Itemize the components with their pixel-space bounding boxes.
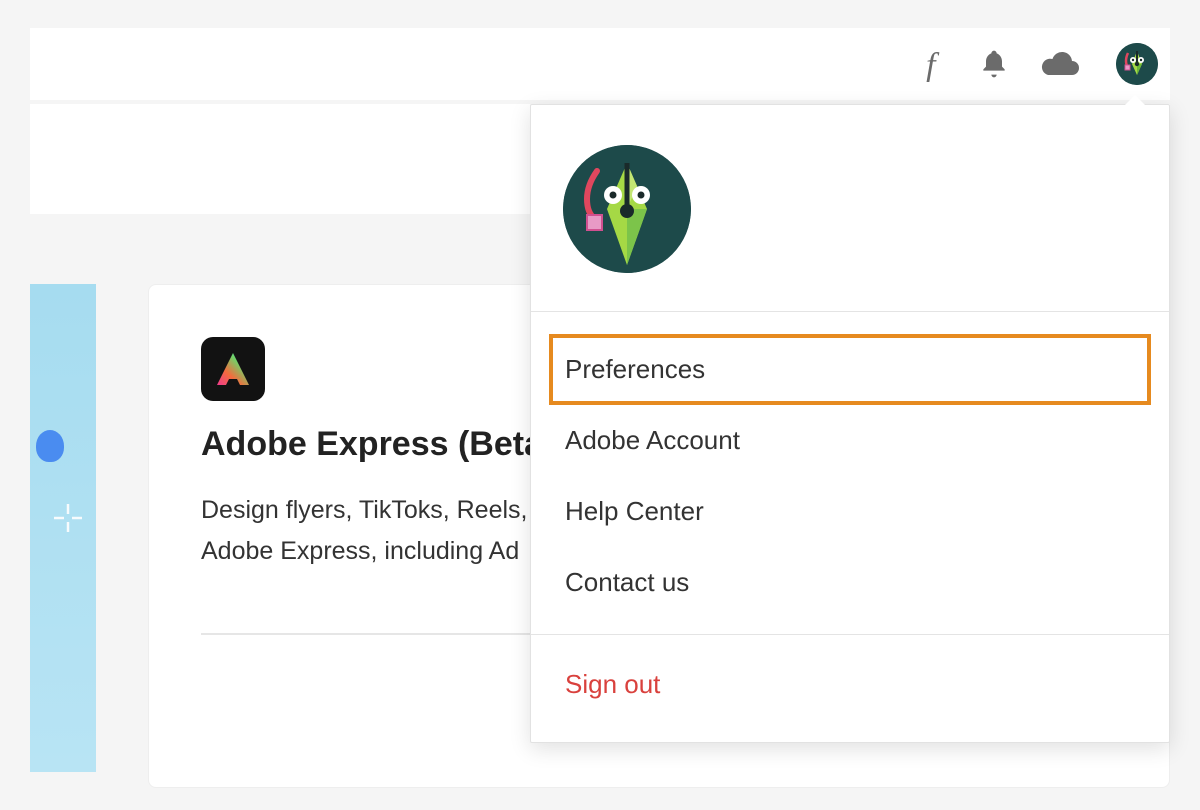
signout-section: Sign out bbox=[531, 635, 1169, 742]
svg-text:f: f bbox=[926, 47, 940, 82]
crosshair-icon bbox=[52, 502, 84, 539]
account-dropdown: Preferences Adobe Account Help Center Co… bbox=[530, 104, 1170, 743]
decorative-blob bbox=[36, 430, 64, 462]
side-preview-strip bbox=[30, 284, 96, 772]
font-icon[interactable]: f bbox=[920, 46, 950, 82]
cloud-icon[interactable] bbox=[1038, 49, 1082, 79]
app-desc-line1: Design flyers, TikToks, Reels, bbox=[201, 496, 528, 524]
dropdown-header bbox=[531, 105, 1169, 311]
avatar-button[interactable] bbox=[1116, 43, 1158, 85]
avatar-large bbox=[563, 145, 691, 273]
app-desc-line2: Adobe Express, including Ad bbox=[201, 537, 519, 565]
adobe-express-icon bbox=[201, 337, 265, 401]
menu-item-sign-out[interactable]: Sign out bbox=[549, 651, 1151, 718]
bell-icon[interactable] bbox=[978, 48, 1010, 80]
menu-item-preferences[interactable]: Preferences bbox=[549, 334, 1151, 405]
menu-item-help-center[interactable]: Help Center bbox=[549, 476, 1151, 547]
menu-item-contact-us[interactable]: Contact us bbox=[549, 547, 1151, 618]
menu-item-adobe-account[interactable]: Adobe Account bbox=[549, 405, 1151, 476]
topbar: f bbox=[30, 28, 1170, 100]
dropdown-menu-list: Preferences Adobe Account Help Center Co… bbox=[531, 312, 1169, 634]
